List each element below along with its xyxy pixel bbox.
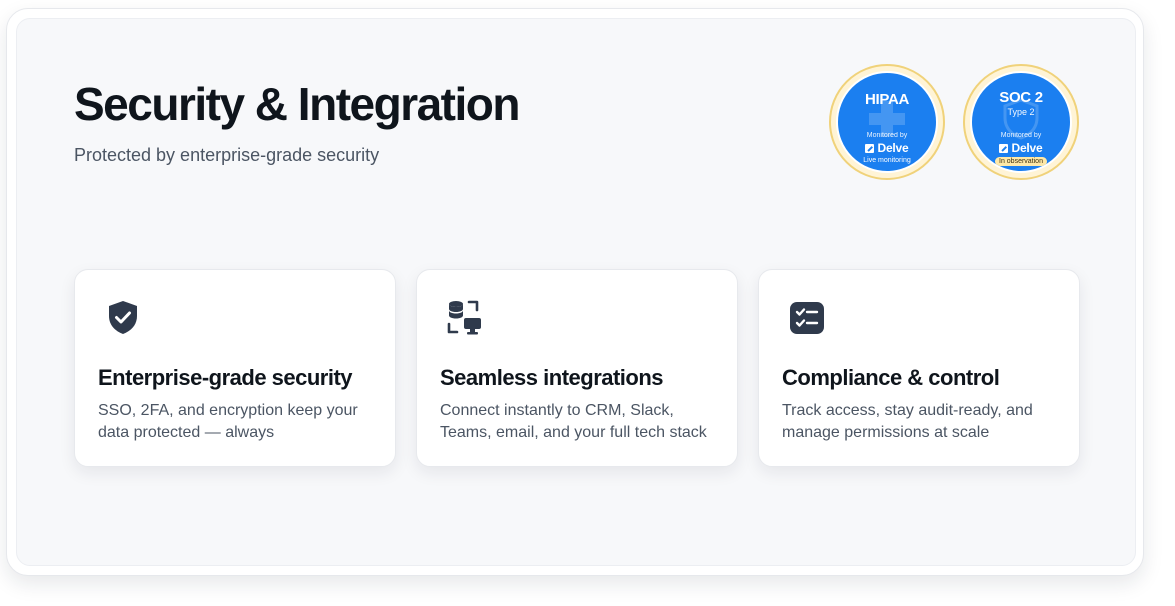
badge-brand: Delve xyxy=(972,141,1070,155)
database-sync-icon xyxy=(447,300,481,335)
badge-status: In observation xyxy=(972,157,1070,166)
badge-title: HIPAA xyxy=(864,91,910,108)
feature-description: Track access, stay audit-ready, and mana… xyxy=(782,402,1033,441)
feature-title: Seamless integrations xyxy=(440,365,664,390)
badge-brand-name: Delve xyxy=(877,141,909,155)
feature-card-compliance: Compliance & control Track access, stay … xyxy=(758,269,1080,467)
security-section-frame: Security & Integration Protected by ente… xyxy=(6,8,1144,576)
feature-description: SSO, 2FA, and encryption keep your data … xyxy=(98,402,358,441)
delve-logo-icon xyxy=(865,143,875,153)
badge-type: Type 2 xyxy=(1007,107,1035,117)
checklist-icon xyxy=(790,302,824,334)
badge-brand-name: Delve xyxy=(1011,141,1043,155)
feature-title: Enterprise-grade security xyxy=(98,365,353,390)
badge-brand: Delve xyxy=(838,141,936,155)
feature-card-integrations: Seamless integrations Connect instantly … xyxy=(416,269,738,467)
badge-status-pill: In observation xyxy=(995,157,1047,166)
badge-monitored-label: Monitored by xyxy=(866,132,908,139)
shield-check-icon xyxy=(109,301,137,334)
feature-card-security: Enterprise-grade security SSO, 2FA, and … xyxy=(74,269,396,467)
feature-title: Compliance & control xyxy=(782,365,1000,390)
hipaa-badge: HIPAA Monitored by Delve Live monitoring xyxy=(829,64,945,180)
badge-title: SOC 2 xyxy=(999,89,1043,106)
security-section-panel: Security & Integration Protected by ente… xyxy=(16,18,1136,566)
delve-logo-icon xyxy=(999,143,1009,153)
hipaa-badge-core: HIPAA Monitored by Delve Live monitoring xyxy=(836,71,938,173)
section-title: Security & Integration xyxy=(74,78,520,130)
feature-description: Connect instantly to CRM, Slack, Teams, … xyxy=(440,402,707,441)
section-subtitle: Protected by enterprise-grade security xyxy=(74,145,380,165)
soc2-badge-core: SOC 2 Type 2 Monitored by Delve In obser… xyxy=(970,71,1072,173)
badge-monitored-label: Monitored by xyxy=(1000,132,1042,139)
badge-status: Live monitoring xyxy=(863,157,911,164)
soc2-badge: SOC 2 Type 2 Monitored by Delve In obser… xyxy=(963,64,1079,180)
